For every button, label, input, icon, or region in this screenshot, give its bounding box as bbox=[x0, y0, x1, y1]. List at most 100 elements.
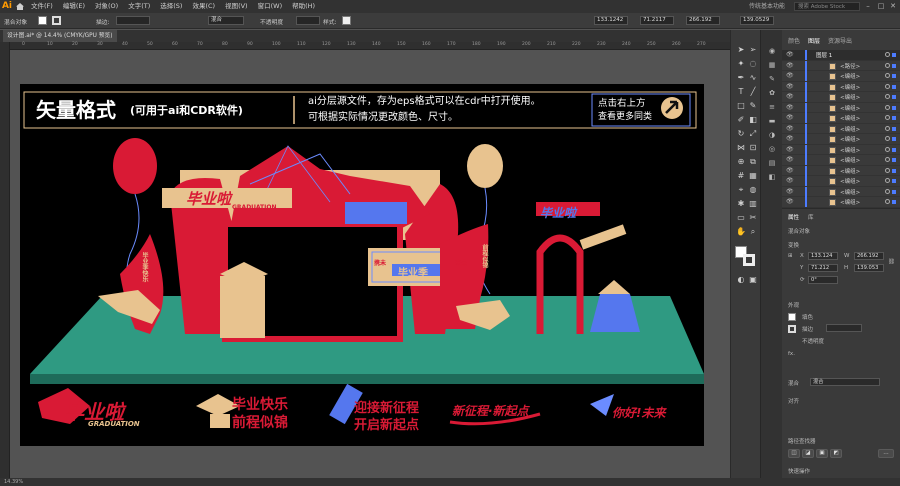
visibility-eye-icon[interactable]: 👁 bbox=[786, 125, 794, 132]
layer-row-top[interactable]: 👁 图层 1 bbox=[782, 50, 900, 61]
workspace-switcher[interactable]: 传统基本功能 bbox=[749, 0, 785, 13]
target-icon[interactable] bbox=[885, 62, 890, 68]
menu-view[interactable]: 视图(V) bbox=[220, 0, 253, 13]
eraser-tool-icon[interactable]: ◧ bbox=[747, 114, 759, 126]
direct-selection-tool-icon[interactable]: ➢ bbox=[747, 44, 759, 56]
tab-layers[interactable]: 图层 bbox=[808, 36, 820, 45]
menu-edit[interactable]: 编辑(E) bbox=[58, 0, 90, 13]
visibility-eye-icon[interactable]: 👁 bbox=[786, 135, 794, 142]
layers-panel-icon[interactable]: ◧ bbox=[766, 172, 778, 182]
target-icon[interactable] bbox=[885, 125, 890, 131]
lasso-tool-icon[interactable]: ◌ bbox=[747, 58, 759, 70]
width-field[interactable]: 266.192 bbox=[686, 16, 720, 25]
height-field[interactable]: 139.053 bbox=[854, 264, 884, 272]
stroke-swatch[interactable] bbox=[52, 16, 61, 25]
tab-asset-export[interactable]: 资源导出 bbox=[828, 36, 852, 45]
stroke-panel-icon[interactable]: ≡ bbox=[766, 102, 778, 112]
width-tool-icon[interactable]: ⋈ bbox=[735, 142, 747, 154]
menu-select[interactable]: 选择(S) bbox=[155, 0, 187, 13]
scale-tool-icon[interactable]: ⤢ bbox=[747, 128, 759, 140]
style-swatch[interactable] bbox=[342, 16, 351, 25]
tab-color[interactable]: 颜色 bbox=[788, 36, 800, 45]
brushes-panel-icon[interactable]: ✎ bbox=[766, 74, 778, 84]
ruler-horizontal[interactable]: 0 10 20 30 40 50 60 70 80 90 100 110 120 130 140 150 160… bbox=[10, 42, 730, 50]
fx-button[interactable]: fx. bbox=[788, 351, 795, 357]
visibility-eye-icon[interactable]: 👁 bbox=[786, 104, 794, 111]
target-icon[interactable] bbox=[885, 146, 890, 152]
layer-row[interactable]: 👁 <编组> bbox=[782, 134, 900, 145]
perspective-tool-icon[interactable]: ⧉ bbox=[747, 156, 759, 168]
menu-file[interactable]: 文件(F) bbox=[26, 0, 58, 13]
curvature-tool-icon[interactable]: ∿ bbox=[747, 72, 759, 84]
transparency-panel-icon[interactable]: ◑ bbox=[766, 130, 778, 140]
fill-swatch[interactable] bbox=[788, 313, 796, 321]
layer-row[interactable]: 👁 <编组> bbox=[782, 113, 900, 124]
pathfinder-unite-button[interactable]: ◫ bbox=[788, 449, 800, 458]
layer-row[interactable]: 👁 <编组> bbox=[782, 71, 900, 82]
artboard[interactable] bbox=[20, 84, 704, 446]
stroke-weight-field[interactable] bbox=[116, 16, 150, 25]
menu-window[interactable]: 窗口(W) bbox=[253, 0, 288, 13]
pen-tool-icon[interactable]: ✒ bbox=[735, 72, 747, 84]
y-field[interactable]: 71.212 bbox=[808, 264, 838, 272]
target-icon[interactable] bbox=[885, 199, 890, 204]
visibility-eye-icon[interactable]: 👁 bbox=[786, 114, 794, 121]
document-tab[interactable]: 设计图.ai* @ 14.4% (CMYK/GPU 预览) bbox=[3, 30, 117, 42]
target-icon[interactable] bbox=[885, 167, 890, 173]
pathfinder-intersect-button[interactable]: ▣ bbox=[816, 449, 828, 458]
layer-row[interactable]: 👁 <编组> bbox=[782, 81, 900, 92]
mesh-tool-icon[interactable]: # bbox=[735, 170, 747, 182]
blend-dropdown[interactable]: 混合 bbox=[810, 378, 880, 386]
magic-wand-tool-icon[interactable]: ✦ bbox=[735, 58, 747, 70]
width-field[interactable]: 266.192 bbox=[854, 252, 884, 260]
menu-object[interactable]: 对象(O) bbox=[90, 0, 123, 13]
tab-libraries[interactable]: 库 bbox=[808, 213, 814, 221]
visibility-eye-icon[interactable]: 👁 bbox=[786, 51, 794, 58]
x-field[interactable]: 133.124 bbox=[808, 252, 838, 260]
pathfinder-expand-button[interactable]: … bbox=[878, 449, 894, 458]
target-icon[interactable] bbox=[885, 157, 890, 162]
x-field[interactable]: 133.1242 bbox=[594, 16, 628, 25]
rotate-tool-icon[interactable]: ↻ bbox=[735, 128, 747, 140]
visibility-eye-icon[interactable]: 👁 bbox=[786, 156, 794, 163]
ruler-vertical[interactable] bbox=[0, 42, 10, 478]
visibility-eye-icon[interactable]: 👁 bbox=[786, 188, 794, 195]
visibility-eye-icon[interactable]: 👁 bbox=[786, 93, 794, 100]
layer-row[interactable]: 👁 <编组> bbox=[782, 197, 900, 208]
shaper-tool-icon[interactable]: ✐ bbox=[735, 114, 747, 126]
rectangle-tool-icon[interactable]: □ bbox=[735, 100, 747, 112]
menu-type[interactable]: 文字(T) bbox=[123, 0, 155, 13]
stock-search-input[interactable]: 搜索 Adobe Stock bbox=[794, 2, 860, 11]
appearance-panel-icon[interactable]: ◎ bbox=[766, 144, 778, 154]
shape-builder-tool-icon[interactable]: ⊕ bbox=[735, 156, 747, 168]
gradient-tool-icon[interactable]: ▦ bbox=[747, 170, 759, 182]
close-icon[interactable]: ✕ bbox=[887, 0, 899, 13]
selection-tool-icon[interactable]: ➤ bbox=[735, 44, 747, 56]
swatches-panel-icon[interactable]: ▦ bbox=[766, 60, 778, 70]
draw-mode-icon[interactable]: ◐ bbox=[735, 274, 747, 286]
menu-help[interactable]: 帮助(H) bbox=[287, 0, 320, 13]
target-icon[interactable] bbox=[885, 178, 890, 183]
layer-row[interactable]: 👁 <编组> bbox=[782, 165, 900, 176]
color-panel-icon[interactable]: ◉ bbox=[766, 46, 778, 56]
symbols-panel-icon[interactable]: ✿ bbox=[766, 88, 778, 98]
target-icon[interactable] bbox=[885, 136, 890, 141]
layer-row[interactable]: 👁 <编组> bbox=[782, 123, 900, 134]
gradient-panel-icon[interactable]: ▬ bbox=[766, 116, 778, 126]
target-icon[interactable] bbox=[885, 83, 890, 89]
type-tool-icon[interactable]: T bbox=[735, 86, 747, 98]
tab-properties[interactable]: 属性 bbox=[788, 213, 799, 221]
visibility-eye-icon[interactable]: 👁 bbox=[786, 167, 794, 174]
slice-tool-icon[interactable]: ✂ bbox=[747, 212, 759, 224]
graph-tool-icon[interactable]: ▥ bbox=[747, 198, 759, 210]
stroke-swatch[interactable] bbox=[788, 325, 796, 333]
target-icon[interactable] bbox=[885, 188, 890, 194]
height-field[interactable]: 139.0529 bbox=[740, 16, 774, 25]
zoom-level[interactable]: 14.39% bbox=[4, 479, 23, 485]
free-transform-tool-icon[interactable]: ⊡ bbox=[747, 142, 759, 154]
graphic-styles-panel-icon[interactable]: ▤ bbox=[766, 158, 778, 168]
visibility-eye-icon[interactable]: 👁 bbox=[786, 72, 794, 79]
visibility-eye-icon[interactable]: 👁 bbox=[786, 177, 794, 184]
layer-row[interactable]: 👁 <路径> bbox=[782, 60, 900, 71]
target-icon[interactable] bbox=[885, 52, 890, 57]
